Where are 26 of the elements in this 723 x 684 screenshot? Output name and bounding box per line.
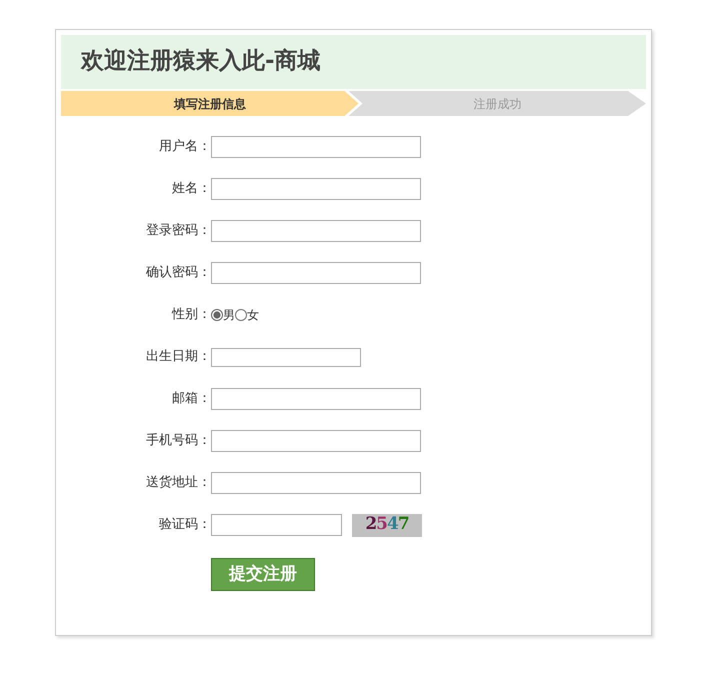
radio-button[interactable] xyxy=(211,309,223,321)
radio-button[interactable] xyxy=(235,309,247,321)
field-label: 送货地址： xyxy=(145,474,211,492)
field-label: 验证码： xyxy=(158,516,211,534)
field-label: 性别： xyxy=(170,306,211,324)
radio-label: 女 xyxy=(247,307,259,324)
date-field[interactable] xyxy=(211,348,361,366)
radio-label: 男 xyxy=(223,307,235,324)
field-label: 姓名： xyxy=(171,180,211,198)
input-field[interactable] xyxy=(211,472,421,494)
field-label: 手机号码： xyxy=(145,432,211,450)
input-field[interactable] xyxy=(211,430,421,452)
submit-button[interactable]: 提交注册 xyxy=(211,558,315,591)
input-field[interactable] xyxy=(211,262,421,284)
input-field[interactable] xyxy=(211,388,421,410)
field-label: 确认密码： xyxy=(145,264,211,282)
input-field[interactable] xyxy=(211,136,421,158)
captcha-image: 2547 xyxy=(352,514,422,536)
captcha-field[interactable] xyxy=(211,514,342,536)
field-label: 邮箱： xyxy=(171,390,211,408)
field-label: 用户名： xyxy=(158,138,211,156)
input-field[interactable] xyxy=(211,220,421,242)
input-field[interactable] xyxy=(211,178,421,200)
page-title: 欢迎注册猿来入此-商城 xyxy=(81,48,321,76)
field-label: 出生日期： xyxy=(145,348,211,366)
field-label: 登录密码： xyxy=(145,222,211,240)
